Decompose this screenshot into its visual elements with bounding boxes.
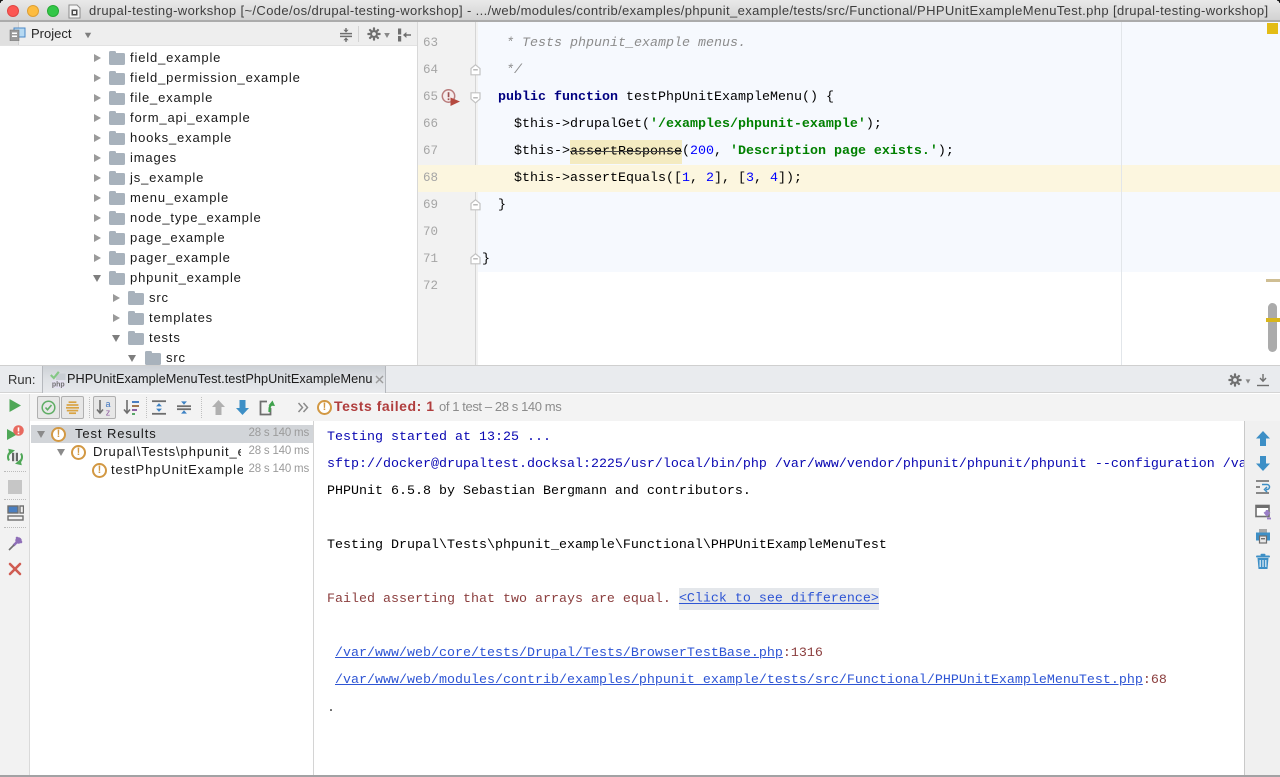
svg-text:z: z	[106, 408, 111, 417]
svg-text:php: php	[52, 382, 65, 389]
